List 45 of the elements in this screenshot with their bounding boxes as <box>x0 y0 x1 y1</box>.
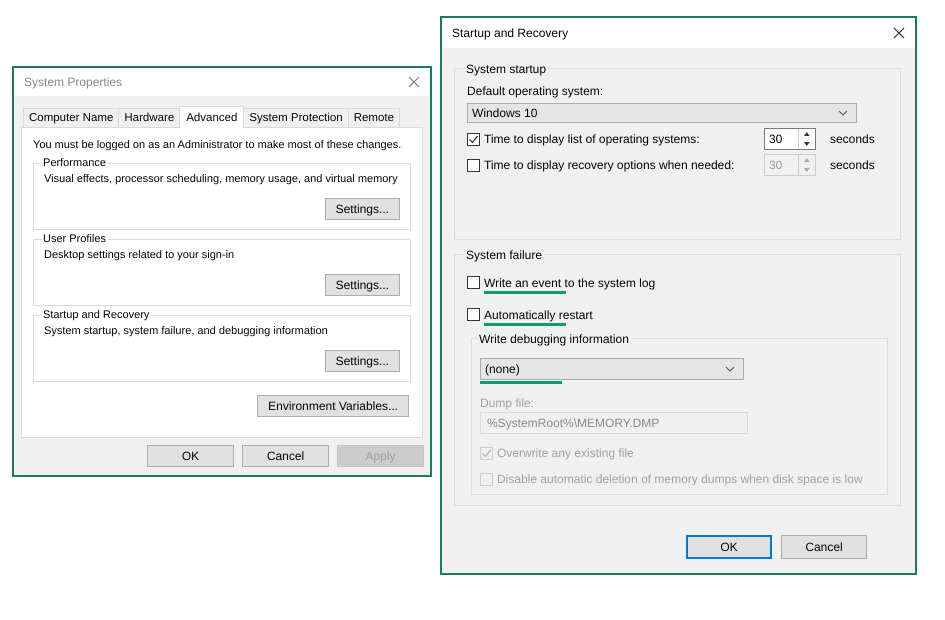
group-title: System failure <box>465 248 544 262</box>
dialog-button[interactable]: Cancel <box>242 445 329 467</box>
group-title: User Profiles <box>42 233 108 245</box>
checkbox[interactable] <box>467 308 480 320</box>
tab[interactable]: Computer Name <box>23 108 120 127</box>
window-title: Startup and Recovery <box>452 26 568 40</box>
environment-variables-button[interactable]: Environment Variables... <box>257 395 409 417</box>
dialog-button[interactable]: Cancel <box>781 535 867 559</box>
os-dropdown[interactable]: Windows 10 <box>467 103 857 123</box>
field-label: Default operating system: <box>467 84 604 98</box>
settings-button[interactable]: Settings... <box>324 198 400 220</box>
unit-label: seconds <box>830 158 875 172</box>
checkbox-label: Time to display list of operating systems: <box>484 132 701 146</box>
unit-label: seconds <box>830 132 875 146</box>
spinner-value: 30 <box>768 157 784 174</box>
field-label: Dump file: <box>480 396 536 410</box>
checkbox-label: Automatically restart <box>484 308 593 322</box>
chevron-down-icon <box>838 110 848 116</box>
spinner-value: 30 <box>768 131 784 148</box>
group-title: Startup and Recovery <box>42 309 152 321</box>
dialog-button[interactable]: OK <box>686 535 772 559</box>
dialog-button[interactable]: OK <box>147 445 234 467</box>
chevron-down-icon <box>725 366 735 372</box>
group-description: Desktop settings related to your sign-in <box>44 249 236 263</box>
close-icon[interactable] <box>893 27 905 39</box>
group-title: System startup <box>465 62 548 76</box>
checkbox-label: Overwrite any existing file <box>497 446 634 460</box>
group-title: Write debugging information <box>478 332 631 346</box>
settings-button[interactable]: Settings... <box>324 274 400 296</box>
checkbox[interactable] <box>467 158 480 172</box>
number-spinner[interactable]: 30 <box>764 128 816 150</box>
checkbox-label: Write an event to the system log <box>484 276 656 290</box>
group-description: Visual effects, processor scheduling, memory usage, and virtual memory <box>44 173 399 187</box>
settings-button[interactable]: Settings... <box>324 350 400 372</box>
checkbox[interactable] <box>467 276 480 288</box>
debug-dropdown[interactable]: (none) <box>480 358 744 380</box>
checkbox-label: Disable automatic deletion of memory dumps when disk space is low <box>497 472 863 486</box>
tab[interactable]: Remote <box>348 108 400 127</box>
tab[interactable]: Advanced <box>179 106 244 128</box>
checkbox-label: Time to display recovery options when needed: <box>484 158 736 172</box>
checkbox[interactable] <box>467 132 480 146</box>
group-title: Performance <box>42 157 108 169</box>
group-description: System startup, system failure, and debugging information <box>44 325 329 339</box>
window-title: System Properties <box>24 75 122 89</box>
admin-note: You must be logged on as an Administrator to make most of these changes. <box>33 139 402 151</box>
